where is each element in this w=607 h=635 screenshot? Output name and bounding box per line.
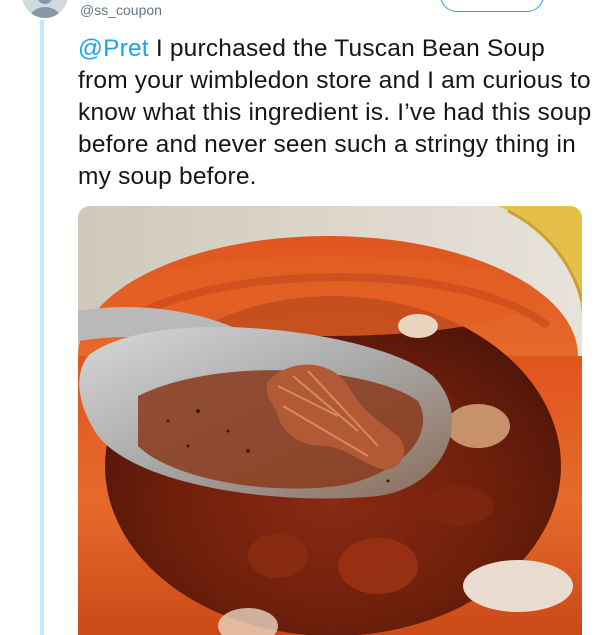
thread-line bbox=[40, 20, 44, 635]
tweet-photo[interactable] bbox=[78, 206, 582, 635]
follow-button[interactable]: Follow bbox=[440, 0, 544, 12]
avatar[interactable] bbox=[22, 0, 68, 18]
tweet-text: @Pret I purchased the Tuscan Bean Soup f… bbox=[78, 33, 593, 193]
tweet-body: I purchased the Tuscan Bean Soup from yo… bbox=[78, 35, 592, 190]
soup-photo-illustration bbox=[78, 206, 582, 635]
tweet: @ss_coupon Follow @Pret I purchased the … bbox=[0, 0, 607, 635]
mention-link[interactable]: @Pret bbox=[78, 35, 149, 62]
author-handle[interactable]: @ss_coupon bbox=[80, 2, 162, 18]
